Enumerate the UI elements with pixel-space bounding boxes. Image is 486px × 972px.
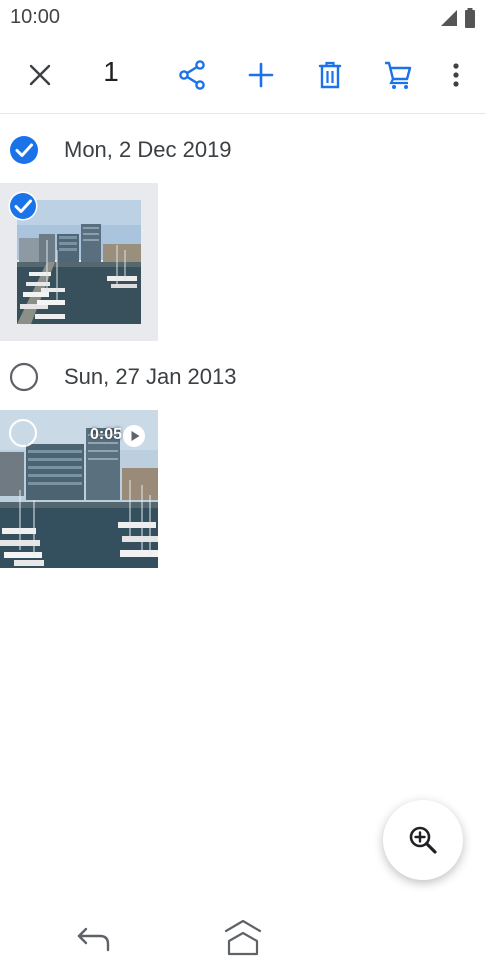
status-bar: 10:00	[0, 0, 486, 34]
unchecked-circle-icon[interactable]	[7, 417, 39, 449]
close-selection-button[interactable]	[14, 36, 66, 114]
status-icons	[440, 8, 476, 28]
home-icon	[224, 919, 262, 956]
back-icon	[77, 927, 110, 952]
unchecked-circle-icon[interactable]	[8, 361, 40, 393]
play-icon	[123, 425, 145, 447]
date-label: Mon, 2 Dec 2019	[64, 137, 232, 162]
share-icon	[179, 60, 205, 90]
battery-icon	[465, 8, 475, 28]
selection-action-bar: 1	[0, 36, 486, 114]
system-nav-bar	[0, 905, 486, 972]
video-duration: 0:05	[89, 426, 122, 443]
add-to-album-button[interactable]	[235, 36, 287, 114]
delete-icon	[318, 61, 342, 89]
more-vert-icon	[453, 63, 459, 87]
date-row: Mon, 2 Dec 2019	[0, 127, 486, 173]
status-time: 10:00	[10, 6, 61, 28]
photo-thumbnail-selected[interactable]	[0, 183, 158, 341]
checked-circle-icon[interactable]	[8, 134, 40, 166]
share-button[interactable]	[166, 36, 218, 114]
date-label: Sun, 27 Jan 2013	[64, 364, 237, 389]
zoom-in-button[interactable]	[383, 800, 463, 880]
delete-button[interactable]	[304, 36, 356, 114]
home-button[interactable]	[218, 913, 268, 963]
order-prints-button[interactable]	[372, 36, 424, 114]
signal-icon	[441, 10, 457, 26]
date-row: Sun, 27 Jan 2013	[0, 354, 486, 400]
photo-selection-screen: 10:00 1 Mon, 2 Dec 2019 Sun, 27 Jan 2013…	[0, 0, 486, 972]
checked-circle-icon[interactable]	[7, 190, 39, 222]
add-icon	[248, 62, 274, 88]
back-button[interactable]	[70, 917, 118, 961]
video-thumbnail[interactable]: 0:05	[0, 410, 158, 568]
more-options-button[interactable]	[436, 36, 476, 114]
zoom-in-icon	[409, 826, 437, 854]
cart-icon	[385, 61, 412, 89]
selected-count: 1	[103, 56, 119, 87]
close-icon	[29, 64, 51, 86]
